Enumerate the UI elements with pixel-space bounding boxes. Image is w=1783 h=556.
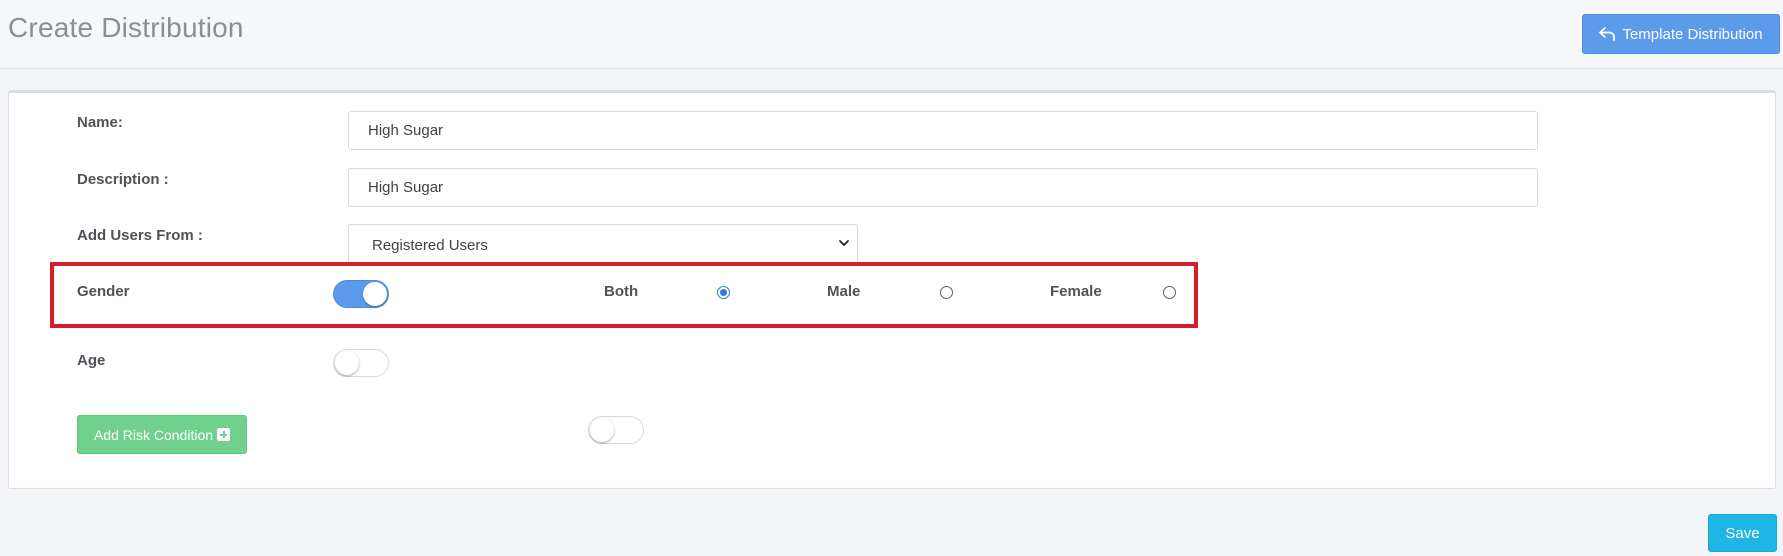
- add-risk-condition-label: Add Risk Condition: [93, 426, 214, 443]
- template-distribution-label: Template Distribution: [1622, 25, 1763, 43]
- gender-toggle[interactable]: [333, 280, 389, 308]
- risk-condition-toggle[interactable]: [588, 416, 644, 444]
- gender-label: Gender: [77, 283, 130, 300]
- template-distribution-button[interactable]: Template Distribution: [1582, 14, 1780, 54]
- gender-option-male-radio[interactable]: [940, 286, 953, 299]
- add-users-from-selected: Registered Users: [372, 237, 488, 254]
- name-label: Name:: [77, 114, 123, 131]
- toggle-knob: [590, 418, 614, 442]
- save-button[interactable]: Save: [1708, 514, 1777, 552]
- age-toggle[interactable]: [333, 349, 389, 377]
- age-label: Age: [77, 352, 106, 369]
- page-header: Create Distribution Template Distributio…: [0, 0, 1783, 69]
- plus-square-icon: [217, 428, 231, 441]
- add-risk-condition-button[interactable]: Add Risk Condition: [77, 415, 247, 454]
- gender-option-female-radio[interactable]: [1163, 286, 1176, 299]
- page-title: Create Distribution: [8, 12, 244, 43]
- add-users-from-label: Add Users From :: [77, 227, 203, 244]
- reply-arrow-icon: [1599, 27, 1616, 41]
- create-distribution-page: Create Distribution Template Distributio…: [0, 0, 1783, 556]
- gender-option-both-radio[interactable]: [717, 286, 730, 299]
- gender-option-male-label: Male: [827, 283, 861, 300]
- description-label: Description :: [77, 171, 169, 188]
- add-users-from-select[interactable]: Registered Users: [348, 224, 858, 264]
- gender-option-female-label: Female: [1050, 283, 1102, 300]
- toggle-knob: [363, 282, 387, 306]
- gender-option-both-label: Both: [604, 283, 639, 300]
- toggle-knob: [335, 351, 359, 375]
- description-input[interactable]: [348, 168, 1538, 207]
- chevron-down-icon: [837, 236, 851, 254]
- name-input[interactable]: [348, 111, 1538, 150]
